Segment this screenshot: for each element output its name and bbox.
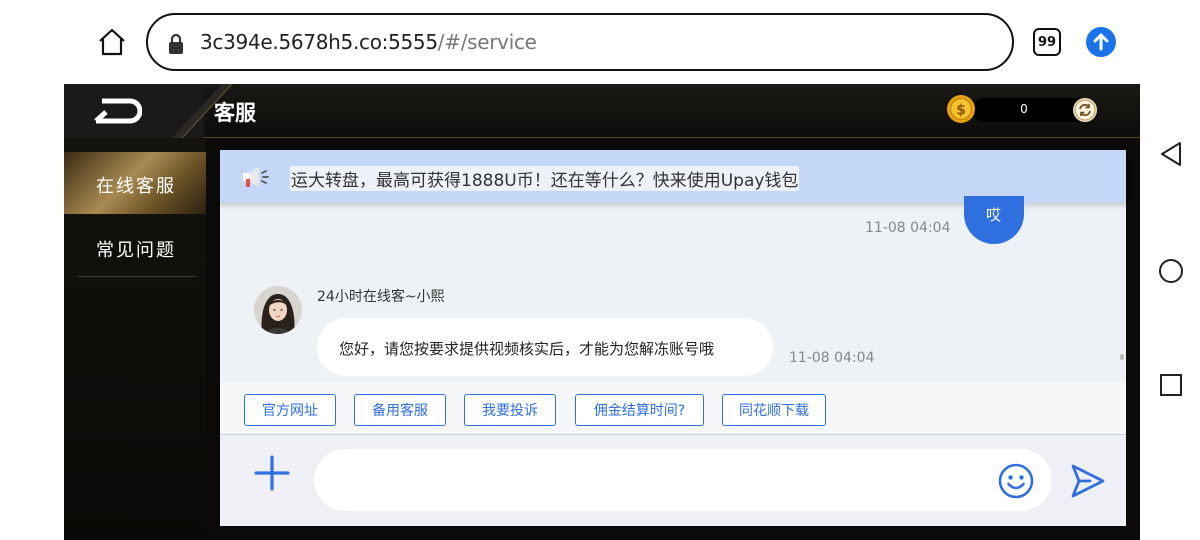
quick-reply-button[interactable]: 我要投诉 — [464, 394, 556, 426]
divider — [78, 276, 196, 277]
coin-icon: $ — [946, 94, 976, 124]
plus-icon[interactable] — [254, 455, 290, 491]
send-icon[interactable] — [1070, 463, 1106, 499]
user-message-text: 哎 — [986, 206, 1002, 224]
quick-reply-bar: 官方网址 备用客服 我要投诉 佣金结算时间? 同花顺下载 — [220, 382, 1126, 434]
page-title: 客服 — [214, 101, 256, 125]
message-input[interactable] — [314, 449, 1052, 511]
quick-reply-button[interactable]: 佣金结算时间? — [575, 394, 704, 426]
lock-icon — [166, 32, 186, 56]
back-arrow-icon[interactable] — [94, 98, 143, 124]
app-header: 客服 $ 0 — [64, 84, 1140, 139]
address-bar[interactable]: 3c394e.5678h5.co:5555/#/service — [146, 13, 1014, 71]
home-icon[interactable] — [96, 26, 128, 58]
sidebar-item-label: 在线客服 — [96, 176, 176, 197]
sidebar: 在线客服 常见问题 — [64, 138, 206, 540]
url-text[interactable]: 3c394e.5678h5.co:5555/#/service — [200, 30, 537, 54]
chat-panel: 运大转盘，最高可获得1888U币！还在等什么？快来使用Upay钱包 11-08 … — [220, 150, 1126, 526]
quick-reply-button[interactable]: 备用客服 — [354, 394, 446, 426]
sidebar-item-faq[interactable]: 常见问题 — [96, 236, 176, 262]
notice-text: 运大转盘，最高可获得1888U币！还在等什么？快来使用Upay钱包 — [290, 166, 800, 191]
sidebar-item-online-service[interactable]: 在线客服 — [64, 152, 206, 214]
tab-count-button[interactable]: 99 — [1033, 28, 1061, 56]
avatar — [254, 286, 302, 334]
home-circle-icon[interactable] — [1158, 258, 1184, 284]
quick-reply-button[interactable]: 同花顺下载 — [722, 394, 826, 426]
recent-square-icon[interactable] — [1160, 374, 1182, 396]
message-input-bar — [220, 434, 1126, 526]
back-triangle-icon[interactable] — [1158, 140, 1184, 168]
upload-arrow-icon[interactable] — [1086, 27, 1116, 57]
app-container: 客服 $ 0 在线客服 常见问题 运大转盘，最高可获得1888U币！还在等什么？… — [64, 84, 1140, 540]
message-time: 11-08 04:04 — [865, 220, 951, 236]
refresh-icon[interactable] — [1072, 97, 1098, 123]
balance-value: 0 — [1020, 102, 1028, 116]
message-time: 11-08 04:04 — [789, 350, 875, 366]
agent-name: 24小时在线客~小熙 — [317, 289, 445, 305]
emoji-icon[interactable] — [998, 463, 1034, 499]
svg-text:$: $ — [956, 103, 966, 119]
quick-reply-button[interactable]: 官方网址 — [244, 394, 336, 426]
scrollbar[interactable] — [1120, 354, 1124, 360]
browser-toolbar: 3c394e.5678h5.co:5555/#/service 99 — [0, 0, 1200, 84]
agent-message-bubble: 您好，请您按要求提供视频核实后，才能为您解冻账号哦 — [317, 318, 773, 376]
speaker-icon — [240, 164, 272, 190]
agent-message-text: 您好，请您按要求提供视频核实后，才能为您解冻账号哦 — [339, 340, 715, 358]
